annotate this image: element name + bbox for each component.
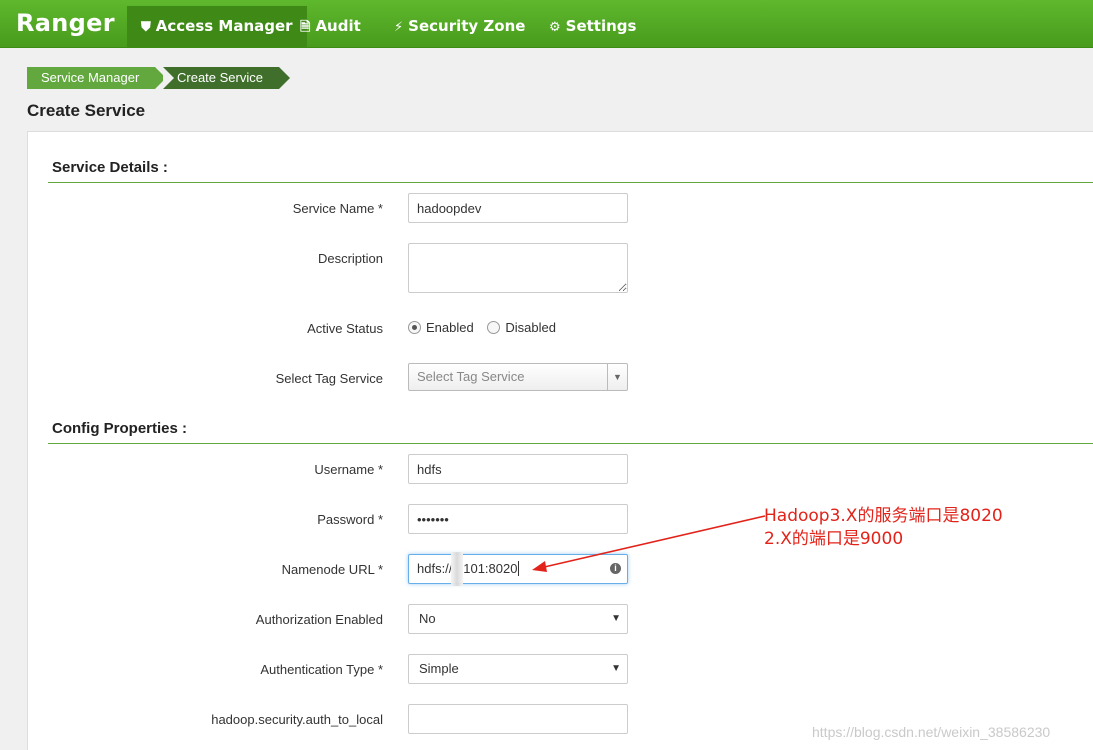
redaction-mask [451, 552, 463, 586]
password-input[interactable] [408, 504, 628, 534]
radio-disabled-label: Disabled [505, 320, 556, 335]
active-status-radio-group: Enabled Disabled [408, 320, 556, 335]
description-textarea[interactable] [408, 243, 628, 293]
gear-icon: ⚙ [549, 20, 561, 35]
authentication-type-label: Authentication Type * [260, 662, 383, 677]
breadcrumb-service-manager[interactable]: Service Manager [27, 67, 166, 89]
password-label: Password * [317, 512, 383, 527]
authorization-enabled-value: No [419, 611, 436, 626]
watermark: https://blog.csdn.net/weixin_38586230 [812, 724, 1051, 740]
nav-settings-label: Settings [565, 17, 637, 35]
annotation-line-2: 2.X的端口是9000 [764, 529, 904, 549]
nav-audit-label: Audit [315, 17, 361, 35]
tag-service-select[interactable]: Select Tag Service ▼ [408, 363, 628, 391]
breadcrumb-create-service: Create Service [163, 67, 290, 89]
chevron-down-icon: ▼ [611, 663, 621, 674]
username-input[interactable] [408, 454, 628, 484]
authorization-enabled-select[interactable]: No ▼ [408, 604, 628, 634]
auth-to-local-label: hadoop.security.auth_to_local [211, 712, 383, 727]
lightning-icon: ⚡ [394, 20, 404, 35]
info-icon[interactable]: i [610, 563, 621, 574]
text-cursor [518, 561, 520, 576]
auth-to-local-input[interactable] [408, 704, 628, 734]
section-divider [48, 443, 1093, 444]
authentication-type-select[interactable]: Simple ▼ [408, 654, 628, 684]
nav-settings[interactable]: ⚙ Settings [549, 6, 636, 47]
nav-security-zone-label: Security Zone [408, 17, 526, 35]
radio-disabled[interactable]: Disabled [487, 320, 556, 335]
brand-logo[interactable]: Ranger [16, 9, 115, 37]
tag-service-label: Select Tag Service [275, 371, 383, 386]
file-icon: 🗎 [300, 20, 311, 35]
namenode-url-label: Namenode URL * [281, 562, 383, 577]
authorization-enabled-label: Authorization Enabled [255, 612, 383, 627]
nav-audit[interactable]: 🗎 Audit [300, 6, 361, 47]
nav-security-zone[interactable]: ⚡ Security Zone [394, 6, 525, 47]
active-status-label: Active Status [307, 321, 383, 336]
chevron-down-icon: ▼ [611, 613, 621, 624]
chevron-down-icon[interactable]: ▼ [607, 364, 627, 390]
service-details-title: Service Details : [52, 159, 168, 176]
service-name-label: Service Name * [292, 201, 383, 216]
annotation-line-1: Hadoop3.X的服务端口是8020 [764, 506, 1003, 526]
tag-service-placeholder: Select Tag Service [417, 369, 525, 384]
radio-enabled[interactable]: Enabled [408, 320, 474, 335]
radio-enabled-label: Enabled [426, 320, 474, 335]
namenode-url-value: hdfs:// 101:8020 [417, 561, 518, 576]
username-label: Username * [314, 462, 383, 477]
authentication-type-value: Simple [419, 661, 459, 676]
section-divider [48, 182, 1093, 183]
shield-icon: ⛊ [141, 20, 151, 35]
config-properties-title: Config Properties : [52, 420, 188, 437]
namenode-url-input[interactable]: hdfs:// 101:8020 i [408, 554, 628, 584]
nav-access-manager-label: Access Manager [155, 17, 293, 35]
nav-access-manager[interactable]: ⛊ Access Manager [127, 6, 307, 47]
description-label: Description [317, 251, 383, 266]
top-navbar: Ranger ⛊ Access Manager 🗎 Audit ⚡ Security … [0, 0, 1093, 48]
service-name-input[interactable] [408, 193, 628, 223]
radio-disabled-dot[interactable] [487, 321, 501, 334]
radio-enabled-dot[interactable] [408, 321, 421, 334]
page-title: Create Service [27, 101, 146, 120]
